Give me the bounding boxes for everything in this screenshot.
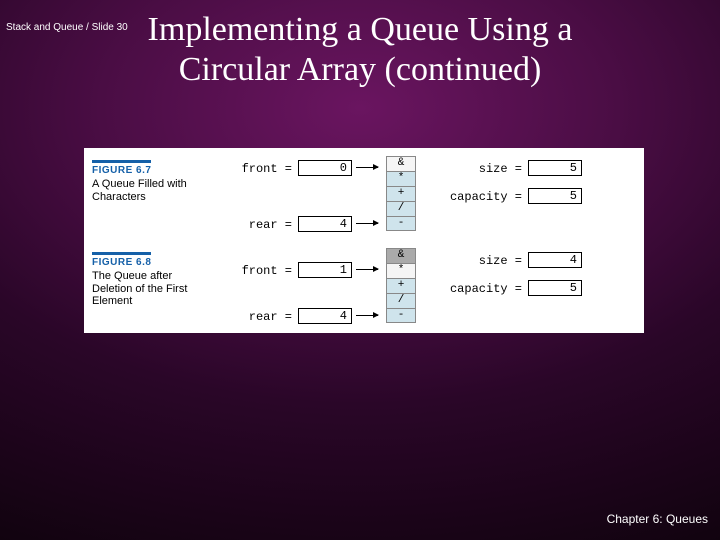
rear-arrow-icon xyxy=(356,223,378,224)
capacity-value: 5 xyxy=(528,280,582,296)
front-arrow-icon xyxy=(356,167,378,168)
size-label: size = xyxy=(452,162,522,176)
rear-value: 4 xyxy=(298,308,352,324)
front-value: 1 xyxy=(298,262,352,278)
array-cell: + xyxy=(386,278,416,293)
figure-caption: A Queue Filled with Characters xyxy=(92,178,212,203)
array-cell: * xyxy=(386,171,416,186)
figure-panel: FIGURE 6.7 A Queue Filled with Character… xyxy=(84,148,644,333)
size-value: 4 xyxy=(528,252,582,268)
figure-label-block: FIGURE 6.7 A Queue Filled with Character… xyxy=(92,160,212,203)
front-value: 0 xyxy=(298,160,352,176)
array-cell: - xyxy=(386,308,416,323)
figure-caption: The Queue after Deletion of the First El… xyxy=(92,270,212,308)
front-label: front = xyxy=(232,264,292,278)
array-cell: * xyxy=(386,263,416,278)
array-column: & * + / - xyxy=(386,248,416,323)
array-column: & * + / - xyxy=(386,156,416,231)
figure-number: FIGURE 6.8 xyxy=(92,252,151,268)
rear-label: rear = xyxy=(232,218,292,232)
front-arrow-icon xyxy=(356,269,378,270)
title-line-1: Implementing a Queue Using a xyxy=(148,11,573,48)
array-cell: + xyxy=(386,186,416,201)
array-cell: / xyxy=(386,201,416,216)
front-label: front = xyxy=(232,162,292,176)
capacity-value: 5 xyxy=(528,188,582,204)
capacity-label: capacity = xyxy=(434,190,522,204)
figure-6-8: FIGURE 6.8 The Queue after Deletion of t… xyxy=(84,240,644,332)
array-cell: - xyxy=(386,216,416,231)
footer-chapter: Chapter 6: Queues xyxy=(607,512,708,526)
rear-label: rear = xyxy=(232,310,292,324)
figure-number: FIGURE 6.7 xyxy=(92,160,151,176)
figure-label-block: FIGURE 6.8 The Queue after Deletion of t… xyxy=(92,252,212,308)
rear-value: 4 xyxy=(298,216,352,232)
array-cell: & xyxy=(386,156,416,171)
rear-arrow-icon xyxy=(356,315,378,316)
array-cell: / xyxy=(386,293,416,308)
size-value: 5 xyxy=(528,160,582,176)
capacity-label: capacity = xyxy=(434,282,522,296)
size-label: size = xyxy=(452,254,522,268)
array-cell-deleted: & xyxy=(386,248,416,263)
title-line-2: Circular Array (continued) xyxy=(179,51,542,88)
figure-6-7: FIGURE 6.7 A Queue Filled with Character… xyxy=(84,148,644,240)
slide-title: Implementing a Queue Using a Circular Ar… xyxy=(0,10,720,90)
